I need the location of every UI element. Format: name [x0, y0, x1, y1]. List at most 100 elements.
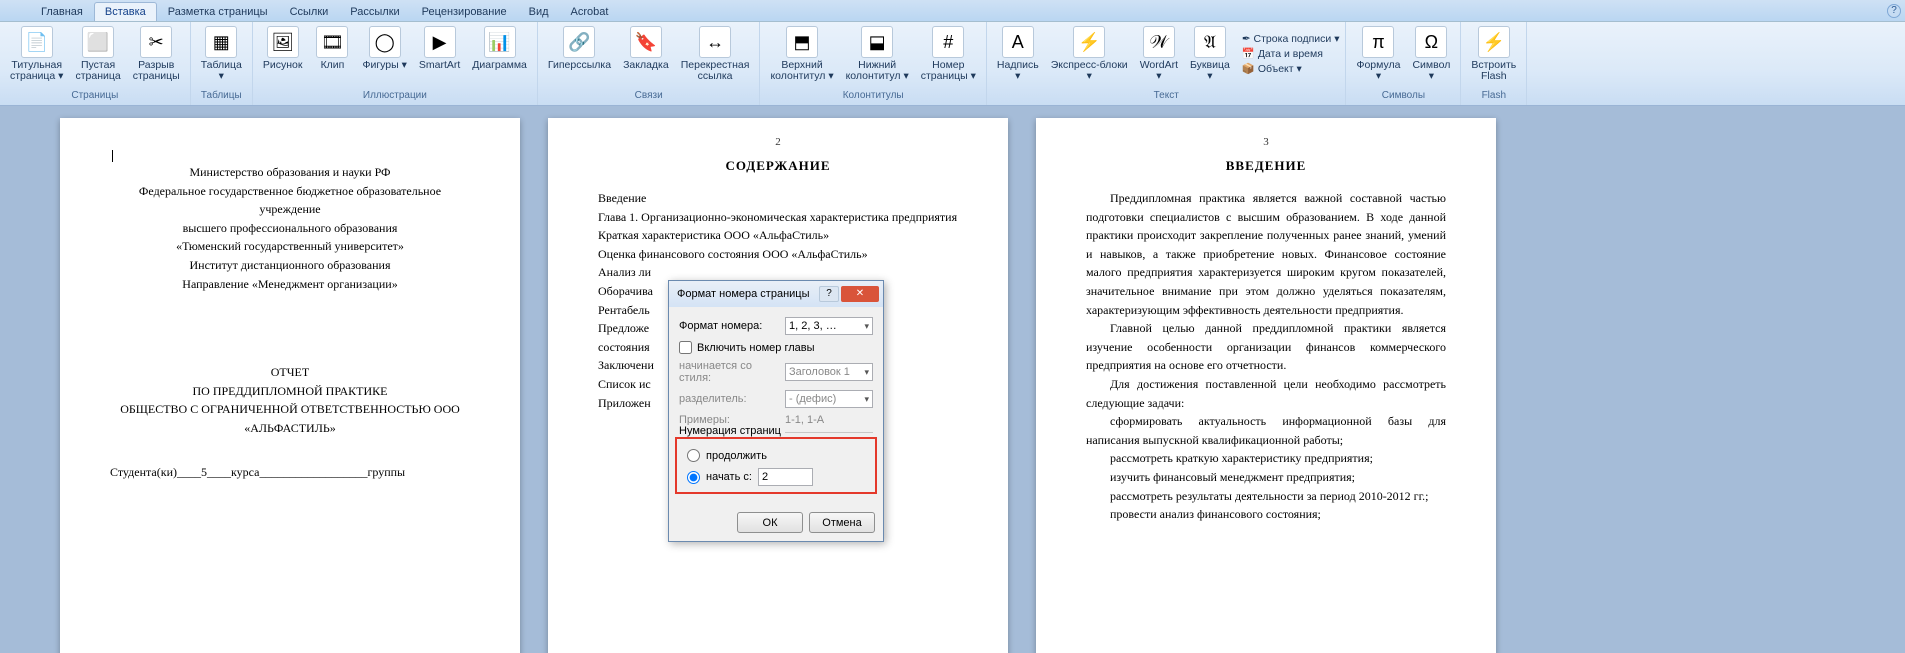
ribbon-group-Символы: πФормула ▾ΩСимвол ▾Символы — [1346, 22, 1461, 105]
include-chapter-checkbox[interactable] — [679, 341, 692, 354]
ribbon-group-label: Символы — [1382, 88, 1425, 103]
ribbon-button[interactable]: AНадпись ▾ — [993, 24, 1043, 84]
page-number-2: 2 — [775, 136, 781, 148]
ribbon-button[interactable]: ▦Таблица ▾ — [197, 24, 246, 84]
ribbon-button[interactable]: ◯Фигуры ▾ — [358, 24, 410, 73]
start-at-radio[interactable] — [687, 471, 700, 484]
ribbon-icon: π — [1362, 26, 1394, 58]
ribbon-button[interactable]: ▶SmartArt — [415, 24, 464, 73]
ribbon-button[interactable]: 🎞Клип — [310, 24, 354, 73]
ribbon-icon: ⬒ — [786, 26, 818, 58]
ribbon-button[interactable]: 🖼Рисунок — [259, 24, 307, 73]
cancel-button[interactable]: Отмена — [809, 512, 875, 533]
ribbon-tabs: ГлавнаяВставкаРазметка страницыСсылкиРас… — [0, 0, 1905, 22]
tab-ссылки[interactable]: Ссылки — [279, 2, 340, 21]
ribbon-button[interactable]: 📄Титульная страница ▾ — [6, 24, 67, 84]
ribbon-icon: ↔ — [699, 26, 731, 58]
ribbon-button[interactable]: 📊Диаграмма — [468, 24, 531, 73]
tab-acrobat[interactable]: Acrobat — [560, 2, 620, 21]
start-at-input[interactable] — [758, 468, 813, 486]
ribbon-group-Страницы: 📄Титульная страница ▾⬜Пустая страница✂Ра… — [0, 22, 191, 105]
highlighted-region: продолжить начать с: — [675, 437, 877, 494]
ribbon-label: Символ ▾ — [1412, 60, 1450, 82]
ribbon-side-item[interactable]: 📅 Дата и время — [1242, 47, 1340, 60]
ribbon-icon: A — [1002, 26, 1034, 58]
ribbon-button[interactable]: ⚡Экспресс-блоки ▾ — [1047, 24, 1132, 84]
ribbon-button[interactable]: πФормула ▾ — [1352, 24, 1404, 84]
ribbon-icon: 🔖 — [630, 26, 662, 58]
tab-рассылки[interactable]: Рассылки — [339, 2, 410, 21]
ribbon-button[interactable]: ⬓Нижний колонтитул ▾ — [842, 24, 913, 84]
body-paragraph: Главной целью данной преддипломной практ… — [1086, 319, 1446, 375]
intro-title: ВВЕДЕНИЕ — [1086, 158, 1446, 174]
ribbon-group-label: Flash — [1482, 88, 1506, 103]
tab-разметка страницы[interactable]: Разметка страницы — [157, 2, 279, 21]
ribbon-button[interactable]: ΩСимвол ▾ — [1408, 24, 1454, 84]
toc-line: Глава 1. Организационно-экономическая ха… — [598, 208, 958, 227]
ribbon-button[interactable]: ⚡Встроить Flash — [1467, 24, 1520, 84]
tab-рецензирование[interactable]: Рецензирование — [411, 2, 518, 21]
ribbon-side-item[interactable]: 📦 Объект ▾ — [1242, 62, 1340, 75]
ribbon-label: Клип — [321, 60, 345, 71]
body-paragraph: Для достижения поставленной цели необход… — [1086, 375, 1446, 412]
ribbon-label: Формула ▾ — [1356, 60, 1400, 82]
dialog-help-button[interactable]: ? — [819, 286, 839, 302]
ribbon-button[interactable]: ⬜Пустая страница — [71, 24, 124, 84]
ribbon-label: Разрыв страницы — [133, 60, 180, 82]
continue-label: продолжить — [706, 450, 767, 462]
ribbon-icon: 📄 — [21, 26, 53, 58]
ribbon-icon: # — [932, 26, 964, 58]
ribbon-label: Титульная страница ▾ — [10, 60, 63, 82]
tab-главная[interactable]: Главная — [30, 2, 94, 21]
body-paragraph: Преддипломная практика является важной с… — [1086, 189, 1446, 319]
ribbon-button[interactable]: #Номер страницы ▾ — [917, 24, 980, 84]
ribbon-group-label: Связи — [635, 88, 663, 103]
ribbon-group-label: Текст — [1154, 88, 1179, 103]
ribbon-button[interactable]: ✂Разрыв страницы — [129, 24, 184, 84]
toc-line: Оценка финансового состояния ООО «АльфаС… — [598, 245, 958, 264]
continue-radio[interactable] — [687, 449, 700, 462]
title-page-mid-line: ОТЧЕТ — [110, 363, 470, 382]
ribbon-icon: ⬜ — [82, 26, 114, 58]
task-line: сформировать актуальность информационной… — [1086, 412, 1446, 449]
ribbon-button[interactable]: 𝒲WordArt ▾ — [1136, 24, 1182, 84]
title-page-line: Министерство образования и науки РФ — [110, 163, 470, 182]
ribbon-label: Номер страницы ▾ — [921, 60, 976, 82]
ribbon-icon: 🖼 — [267, 26, 299, 58]
ribbon-button[interactable]: ↔Перекрестная ссылка — [677, 24, 754, 84]
ribbon-group-Текст: AНадпись ▾⚡Экспресс-блоки ▾𝒲WordArt ▾𝔄Бу… — [987, 22, 1347, 105]
title-page-line: Федеральное государственное бюджетное об… — [110, 182, 470, 219]
ribbon-label: Встроить Flash — [1471, 60, 1516, 82]
document-area: Министерство образования и науки РФФедер… — [0, 106, 1905, 653]
ribbon-button[interactable]: 𝔄Буквица ▾ — [1186, 24, 1234, 84]
dialog-titlebar: Формат номера страницы ? ✕ — [669, 281, 883, 307]
ribbon-side-item[interactable]: ✒ Строка подписи ▾ — [1242, 33, 1340, 45]
format-label: Формат номера: — [679, 320, 779, 332]
ribbon-button[interactable]: 🔗Гиперссылка — [544, 24, 615, 73]
format-select[interactable]: 1, 2, 3, … — [785, 317, 873, 335]
ribbon-button[interactable]: ⬒Верхний колонтитул ▾ — [766, 24, 837, 84]
starts-with-label: начинается со стиля: — [679, 360, 779, 384]
page-3: 3 ВВЕДЕНИЕ Преддипломная практика являет… — [1036, 118, 1496, 653]
ribbon-label: WordArt ▾ — [1140, 60, 1178, 82]
examples-value: 1-1, 1-A — [785, 414, 824, 426]
ribbon-group-label: Иллюстрации — [363, 88, 427, 103]
ribbon-icon: ◯ — [369, 26, 401, 58]
task-line: рассмотреть краткую характеристику предп… — [1086, 449, 1446, 468]
ribbon-group-Связи: 🔗Гиперссылка🔖Закладка↔Перекрестная ссылк… — [538, 22, 761, 105]
ribbon-icon: ⬓ — [861, 26, 893, 58]
dialog-close-button[interactable]: ✕ — [841, 286, 879, 302]
tab-вид[interactable]: Вид — [518, 2, 560, 21]
ribbon-label: Экспресс-блоки ▾ — [1051, 60, 1128, 82]
toc-line: Краткая характеристика ООО «АльфаСтиль» — [598, 226, 958, 245]
ribbon-group-Таблицы: ▦Таблица ▾Таблицы — [191, 22, 253, 105]
ribbon-label: Нижний колонтитул ▾ — [846, 60, 909, 82]
start-at-label: начать с: — [706, 471, 752, 483]
tab-вставка[interactable]: Вставка — [94, 2, 157, 21]
numbering-section-title: Нумерация страниц — [679, 425, 785, 437]
ok-button[interactable]: ОК — [737, 512, 803, 533]
ribbon-label: Надпись ▾ — [997, 60, 1039, 82]
help-button[interactable]: ? — [1887, 4, 1901, 18]
ribbon-button[interactable]: 🔖Закладка — [619, 24, 673, 73]
starts-with-select: Заголовок 1 — [785, 363, 873, 381]
